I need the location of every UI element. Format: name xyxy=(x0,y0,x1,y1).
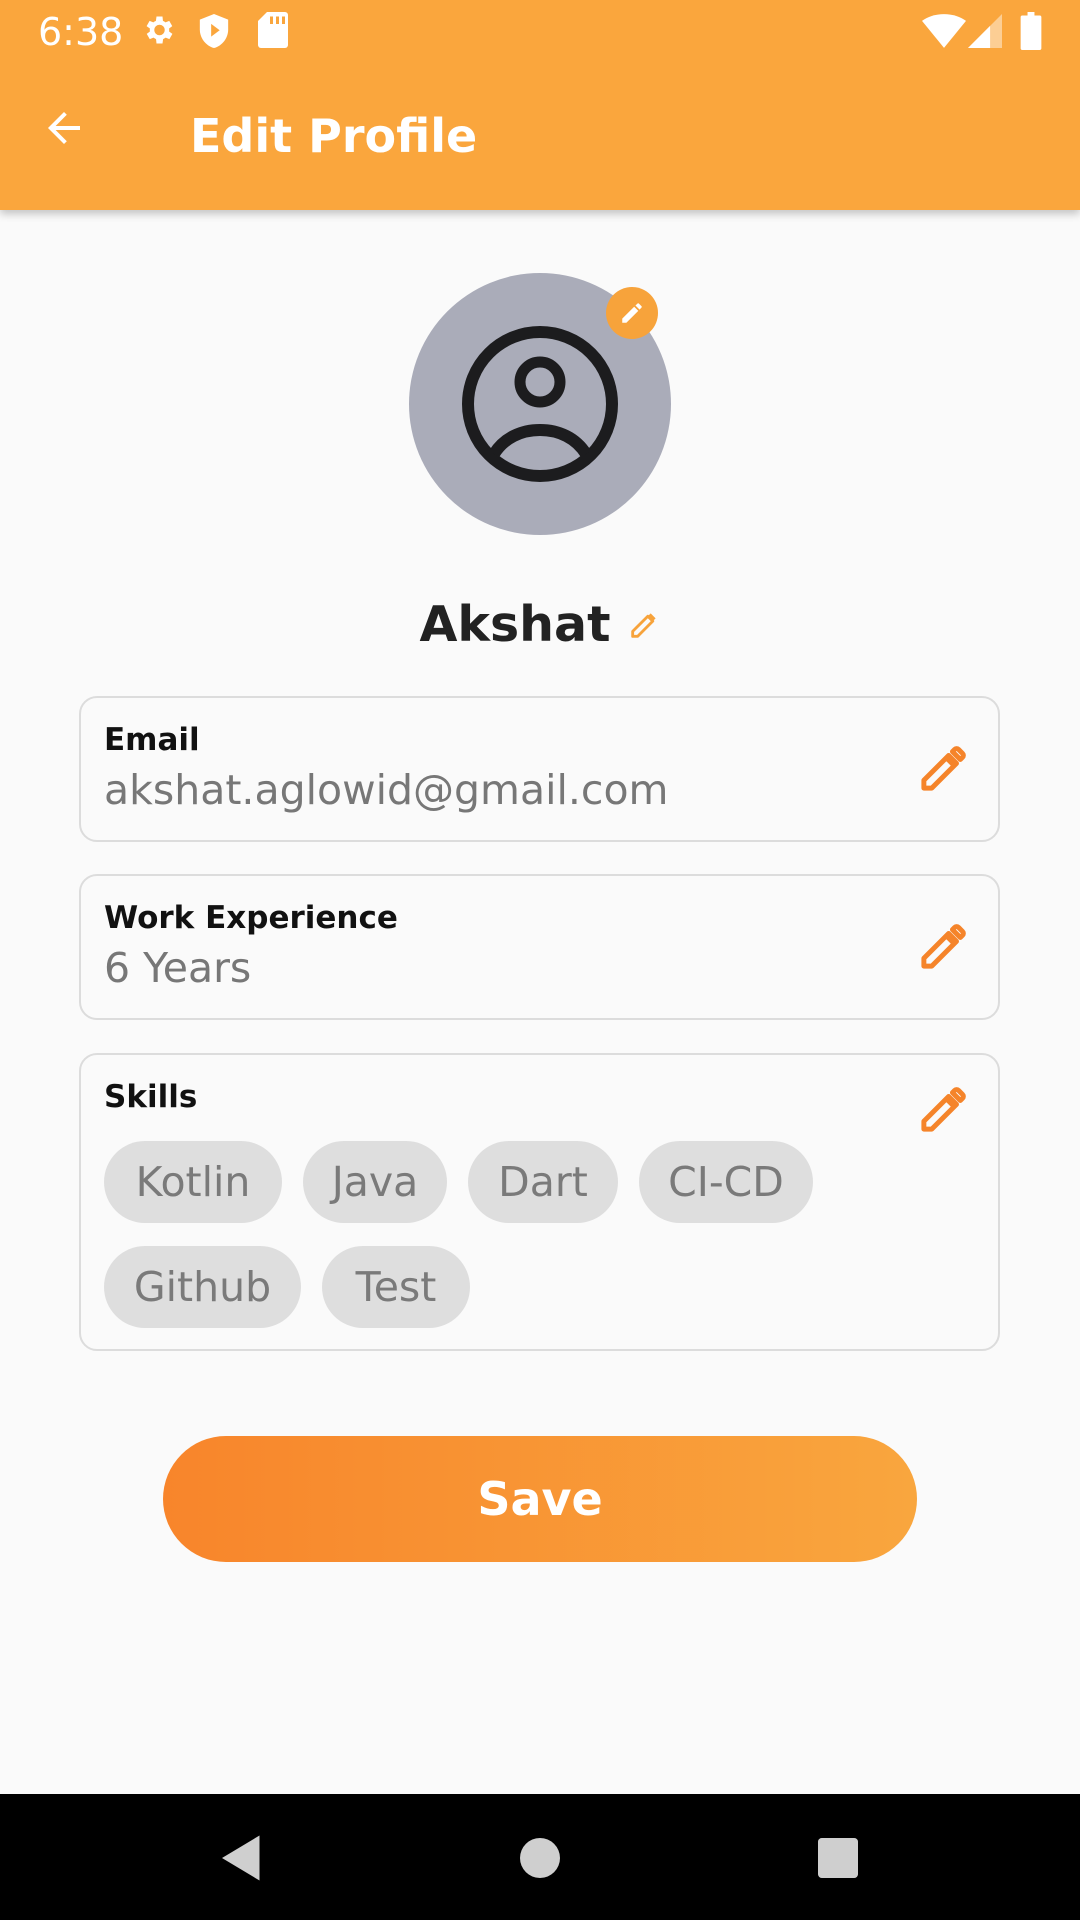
wifi-icon xyxy=(922,14,966,52)
recents-square-icon xyxy=(818,1838,858,1878)
skill-chip[interactable]: Github xyxy=(104,1246,301,1328)
pencil-icon[interactable] xyxy=(916,1083,970,1137)
skill-chip[interactable]: Kotlin xyxy=(104,1141,282,1223)
app-bar: 6:38 Edit Profile xyxy=(0,0,1080,210)
skill-chip[interactable]: Test xyxy=(322,1246,470,1328)
back-button[interactable] xyxy=(40,104,112,168)
name-row: Akshat xyxy=(0,596,1080,666)
pencil-icon[interactable] xyxy=(916,742,970,796)
status-time: 6:38 xyxy=(38,10,124,54)
signal-icon xyxy=(968,14,1002,52)
nav-recents-button[interactable] xyxy=(808,1828,868,1888)
back-triangle-icon xyxy=(222,1835,260,1881)
avatar-edit-button[interactable] xyxy=(606,287,658,339)
system-nav-bar xyxy=(0,1794,1080,1920)
email-field[interactable]: Email akshat.aglowid@gmail.com xyxy=(79,696,1000,842)
skill-chip[interactable]: CI-CD xyxy=(639,1141,813,1223)
save-button[interactable]: Save xyxy=(163,1436,917,1562)
home-circle-icon xyxy=(520,1838,560,1878)
sd-card-icon xyxy=(258,12,288,52)
work-experience-label: Work Experience xyxy=(104,900,398,936)
avatar-container xyxy=(409,273,671,535)
pencil-icon[interactable] xyxy=(916,920,970,974)
skills-label: Skills xyxy=(104,1079,198,1115)
account-circle-icon xyxy=(462,326,618,482)
nav-home-button[interactable] xyxy=(510,1828,570,1888)
nav-back-button[interactable] xyxy=(212,1828,272,1888)
pencil-icon xyxy=(622,303,642,323)
page-title: Edit Profile xyxy=(190,109,478,163)
arrow-left-icon xyxy=(48,112,80,144)
battery-icon xyxy=(1020,12,1042,54)
email-label: Email xyxy=(104,722,200,758)
skill-chip[interactable]: Dart xyxy=(468,1141,618,1223)
shield-icon xyxy=(197,12,231,54)
skills-field: Skills Kotlin Java Dart CI-CD Github Tes… xyxy=(79,1053,1000,1351)
skill-chip[interactable]: Java xyxy=(303,1141,447,1223)
email-value: akshat.aglowid@gmail.com xyxy=(104,766,669,814)
work-experience-field[interactable]: Work Experience 6 Years xyxy=(79,874,1000,1020)
work-experience-value: 6 Years xyxy=(104,944,252,992)
status-bar: 6:38 xyxy=(0,0,1080,64)
pencil-icon[interactable] xyxy=(627,608,661,642)
profile-name: Akshat xyxy=(419,596,611,653)
settings-icon xyxy=(140,12,176,52)
